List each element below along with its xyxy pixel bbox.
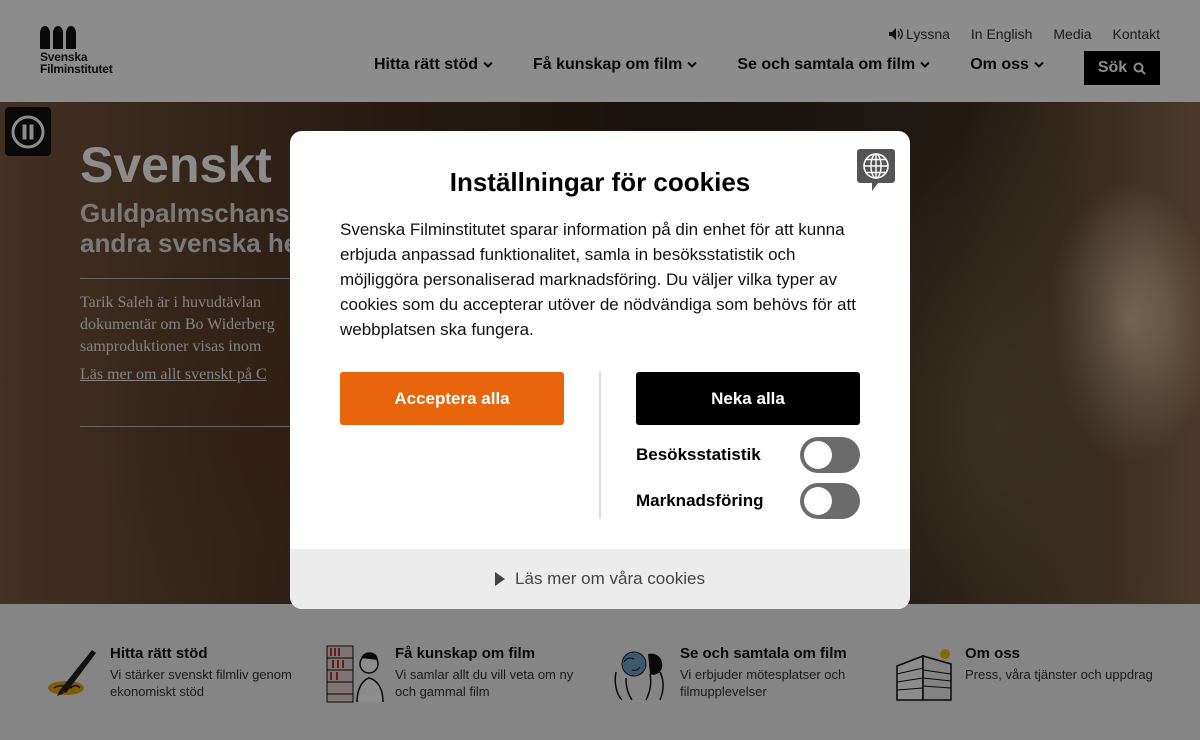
accept-all-button[interactable]: Acceptera alla <box>340 372 564 425</box>
cookie-dialog: Inställningar för cookies Svenska Filmin… <box>290 131 910 609</box>
marketing-toggle[interactable] <box>800 483 860 519</box>
read-more-cookies-button[interactable]: Läs mer om våra cookies <box>290 549 910 609</box>
toggle-label: Marknadsföring <box>636 491 764 510</box>
toggle-label: Besöksstatistik <box>636 445 761 464</box>
read-more-label: Läs mer om våra cookies <box>515 569 705 588</box>
dialog-title: Inställningar för cookies <box>449 167 751 197</box>
toggle-row-statistics: Besöksstatistik <box>636 437 860 473</box>
toggle-knob <box>804 441 832 469</box>
deny-all-button[interactable]: Neka alla <box>636 372 860 425</box>
vertical-divider <box>599 372 601 519</box>
statistics-toggle[interactable] <box>800 437 860 473</box>
dialog-body: Svenska Filminstitutet sparar informatio… <box>340 220 856 339</box>
toggle-row-marketing: Marknadsföring <box>636 483 860 519</box>
toggle-knob <box>804 487 832 515</box>
caret-right-icon <box>495 572 506 586</box>
